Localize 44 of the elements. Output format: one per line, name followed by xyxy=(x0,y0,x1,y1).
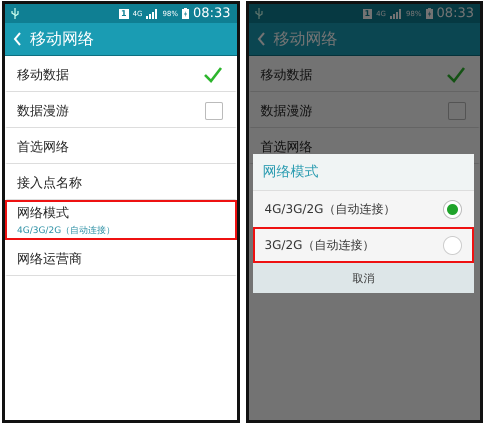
option-label: 3G/2G（自动连接） xyxy=(264,236,374,254)
clock: 08:33 xyxy=(436,6,474,21)
option-label: 4G/3G/2G（自动连接） xyxy=(264,200,396,218)
setting-label: 首选网络 xyxy=(260,138,312,156)
sim-indicator: 1 xyxy=(119,8,129,18)
signal-icon xyxy=(390,8,402,18)
settings-item[interactable]: 首选网络 xyxy=(5,128,236,164)
setting-label: 首选网络 xyxy=(17,138,69,156)
usb-icon xyxy=(254,8,262,19)
sim-indicator: 1 xyxy=(362,8,372,18)
usb-icon xyxy=(11,8,19,19)
settings-item[interactable]: 数据漫游 xyxy=(5,92,236,128)
screen-title: 移动网络 xyxy=(30,28,94,50)
screen-title: 移动网络 xyxy=(274,28,338,50)
setting-label: 网络运营商 xyxy=(17,250,82,268)
settings-item[interactable]: 数据漫游 xyxy=(248,92,480,128)
radio-button[interactable] xyxy=(443,200,462,218)
battery-icon xyxy=(426,8,433,19)
settings-item[interactable]: 移动数据 xyxy=(5,56,236,92)
checkbox[interactable] xyxy=(446,64,466,84)
setting-label: 接入点名称 xyxy=(17,174,82,192)
settings-item[interactable]: 移动数据 xyxy=(248,56,480,92)
setting-label: 数据漫游 xyxy=(260,102,312,120)
dialog-title: 网络模式 xyxy=(252,154,474,191)
setting-label: 数据漫游 xyxy=(17,102,69,120)
back-icon[interactable] xyxy=(13,32,22,46)
setting-label: 移动数据 xyxy=(260,66,312,84)
battery-icon xyxy=(182,8,190,19)
checkbox[interactable] xyxy=(202,64,222,84)
back-icon[interactable] xyxy=(256,32,266,46)
clock: 08:33 xyxy=(193,6,230,21)
radio-option[interactable]: 4G/3G/2G（自动连接） xyxy=(252,191,474,227)
settings-item[interactable]: 网络运营商 xyxy=(5,240,236,276)
setting-label: 移动数据 xyxy=(17,66,69,84)
settings-item[interactable]: 接入点名称 xyxy=(5,164,236,200)
checkbox[interactable] xyxy=(204,102,222,120)
radio-option[interactable]: 3G/2G（自动连接） xyxy=(252,227,474,263)
signal-icon xyxy=(146,8,158,18)
setting-summary: 4G/3G/2G（自动连接） xyxy=(17,224,116,236)
setting-label: 网络模式 xyxy=(17,204,70,222)
radio-button[interactable] xyxy=(443,236,462,254)
cancel-button[interactable]: 取消 xyxy=(252,263,474,293)
settings-item[interactable]: 网络模式 4G/3G/2G（自动连接） xyxy=(5,200,236,240)
checkbox[interactable] xyxy=(448,102,466,120)
